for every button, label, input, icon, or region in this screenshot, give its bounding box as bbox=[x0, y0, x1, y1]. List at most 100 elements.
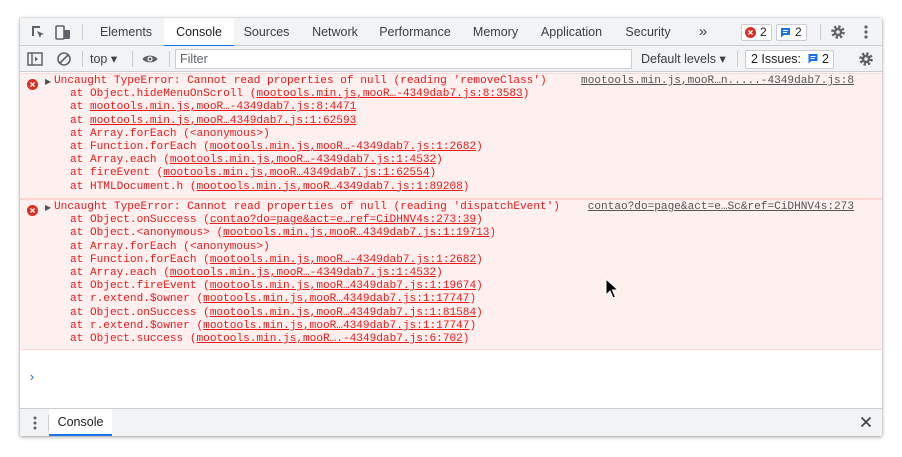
stack-frame-link[interactable]: mootools.min.js,mooR…-4349dab7.js:1:2682 bbox=[210, 254, 476, 266]
stack-frame-link[interactable]: mootools.min.js,mooR…-4349dab7.js:8:4471 bbox=[90, 101, 356, 113]
tab-console[interactable]: Console bbox=[164, 18, 234, 47]
stack-frame-link[interactable]: contao?do=page&act=e…ref=CiDHNV4s:273:39 bbox=[210, 214, 476, 226]
stack-frame-link[interactable]: mootools.min.js,mooR…4349dab7.js:1:62554 bbox=[163, 167, 429, 179]
separator bbox=[169, 51, 170, 67]
error-icon bbox=[745, 27, 756, 38]
live-expression-eye-icon[interactable] bbox=[141, 50, 159, 68]
tab-network[interactable]: Network bbox=[299, 18, 371, 46]
stack-frame-link[interactable]: mootools.min.js,mooR…-4349dab7.js:1:4532 bbox=[170, 154, 436, 166]
stack-frame: at Function.forEach (mootools.min.js,moo… bbox=[70, 254, 483, 267]
tab-sources[interactable]: Sources bbox=[234, 18, 299, 46]
stack-frame-text: at fireEvent ( bbox=[70, 167, 164, 180]
context-selector[interactable]: top ▾ bbox=[90, 46, 117, 72]
stack-frame: at Array.each (mootools.min.js,mooR…-434… bbox=[70, 267, 443, 280]
stack-frame-suffix: ) bbox=[522, 88, 530, 101]
tab-security[interactable]: Security bbox=[611, 18, 685, 46]
error-icon bbox=[27, 205, 38, 216]
expand-triangle-icon[interactable]: ▶ bbox=[45, 77, 51, 86]
stack-frame-text: at Object.hideMenuOnScroll ( bbox=[70, 88, 257, 101]
stack-frame: at Object.success (mootools.min.js,mooR…… bbox=[70, 333, 469, 346]
stack-frame-link[interactable]: mootools.min.js,mooR…-4349dab7.js:1:2682 bbox=[210, 141, 476, 153]
stack-frame-text: at Object.onSuccess ( bbox=[70, 214, 210, 227]
stack-frame: at Array.each (mootools.min.js,mooR…-434… bbox=[70, 154, 443, 167]
stack-frame-text: at Object.onSuccess ( bbox=[70, 306, 210, 319]
stack-frame-text: at Array.forEach (<anonymous>) bbox=[70, 127, 270, 140]
drawer-menu-icon[interactable] bbox=[33, 415, 37, 431]
stack-frame-text: at r.extend.$owner ( bbox=[70, 293, 204, 306]
issues-count: 2 bbox=[822, 52, 829, 66]
stack-frame: at mootools.min.js,mooR…-4349dab7.js:8:4… bbox=[70, 101, 356, 114]
tab-elements[interactable]: Elements bbox=[88, 18, 164, 46]
issue-message-icon bbox=[808, 54, 818, 64]
source-link[interactable]: mootools.min.js,mooR…n.....-4349dab7.js:… bbox=[581, 75, 854, 88]
stack-frame-link[interactable]: mootools.min.js,mooR…-4349dab7.js:8:3583 bbox=[256, 88, 522, 100]
error-message[interactable]: ▶ Uncaught TypeError: Cannot read propert… bbox=[20, 73, 882, 199]
main-tab-bar: Elements Console Sources Network Perform… bbox=[20, 18, 882, 47]
stack-frame-suffix: ) bbox=[462, 333, 470, 345]
settings-gear-icon[interactable] bbox=[829, 23, 847, 41]
issues-label: 2 Issues: bbox=[751, 52, 802, 66]
close-drawer-icon[interactable] bbox=[860, 416, 872, 428]
error-count-badge[interactable]: 2 bbox=[741, 24, 772, 41]
device-toolbar-icon[interactable] bbox=[54, 23, 72, 41]
console-output: ▶ Uncaught TypeError: Cannot read propert… bbox=[20, 73, 882, 408]
issues-button[interactable]: 2 Issues: 2 bbox=[745, 50, 834, 69]
stack-frame: at Function.forEach (mootools.min.js,moo… bbox=[70, 141, 483, 154]
separator bbox=[132, 51, 133, 67]
message-count: 2 bbox=[795, 25, 802, 39]
console-prompt[interactable]: › bbox=[28, 370, 36, 385]
tab-performance[interactable]: Performance bbox=[371, 18, 459, 46]
error-message[interactable]: ▶ Uncaught TypeError: Cannot read propert… bbox=[20, 199, 882, 350]
stack-frame-suffix: ) bbox=[436, 154, 443, 167]
stack-frame-link[interactable]: mootools.min.js,mooR…4349dab7.js:1:19674 bbox=[210, 280, 476, 292]
more-options-icon[interactable] bbox=[857, 23, 875, 41]
console-toolbar: top ▾ Default levels ▾ 2 Issues: 2 bbox=[20, 46, 882, 72]
stack-frame-link[interactable]: mootools.min.js,mooR…4349dab7.js:1:17747 bbox=[203, 320, 469, 332]
message-count-badge[interactable]: 2 bbox=[776, 24, 807, 41]
stack-frame: at Object.onSuccess (contao?do=page&act=… bbox=[70, 214, 483, 227]
source-link[interactable]: contao?do=page&act=e…Sc&ref=CiDHNV4s:273 bbox=[588, 201, 854, 214]
separator bbox=[82, 24, 83, 40]
error-text: Uncaught TypeError: Cannot read properti… bbox=[54, 75, 547, 87]
stack-frame-text: at bbox=[70, 114, 90, 127]
drawer-bar: Console bbox=[20, 408, 882, 436]
stack-frame-suffix: ) bbox=[489, 227, 497, 240]
stack-frame-suffix: ) bbox=[476, 141, 483, 153]
expand-triangle-icon[interactable]: ▶ bbox=[45, 203, 51, 212]
stack-frame-text: at bbox=[70, 101, 90, 114]
clear-console-icon[interactable] bbox=[55, 50, 73, 68]
stack-frame-link[interactable]: mootools.min.js,mooR…-4349dab7.js:1:4532 bbox=[170, 267, 436, 279]
stack-frame: at Object.hideMenuOnScroll (mootools.min… bbox=[70, 88, 529, 101]
more-tabs-button[interactable]: » bbox=[690, 18, 716, 46]
filter-input[interactable] bbox=[175, 49, 632, 69]
error-count: 2 bbox=[760, 25, 767, 39]
stack-frame-link[interactable]: mootools.min.js,mooR…4349dab7.js:1:81584 bbox=[210, 307, 476, 319]
log-levels-dropdown[interactable]: Default levels ▾ bbox=[641, 46, 726, 72]
stack-frame-suffix: ) bbox=[436, 267, 443, 279]
drawer-tab-console[interactable]: Console bbox=[49, 409, 112, 436]
stack-frame: at mootools.min.js,mooR…4349dab7.js:1:62… bbox=[70, 115, 356, 128]
sidebar-toggle-icon[interactable] bbox=[26, 50, 44, 68]
console-settings-gear-icon[interactable] bbox=[857, 50, 875, 68]
message-icon bbox=[781, 28, 790, 38]
tab-memory[interactable]: Memory bbox=[459, 18, 532, 46]
stack-frame-text: at Array.forEach (<anonymous>) bbox=[70, 240, 270, 253]
devtools-window: Elements Console Sources Network Perform… bbox=[20, 18, 882, 436]
stack-frame-link[interactable]: mootools.min.js,mooR….-4349dab7.js:6:702 bbox=[197, 333, 463, 345]
stack-frame: at fireEvent (mootools.min.js,mooR…4349d… bbox=[70, 167, 436, 180]
stack-frame-suffix: ) bbox=[462, 180, 470, 193]
stack-frame-text: at Array.each ( bbox=[70, 267, 170, 279]
stack-frame: at Array.forEach (<anonymous>) bbox=[70, 241, 270, 254]
stack-frame-suffix: ) bbox=[476, 253, 483, 266]
stack-frame-text: at Object.success ( bbox=[70, 333, 197, 345]
stack-frame-link[interactable]: mootools.min.js,mooR…4349dab7.js:1:62593 bbox=[90, 115, 356, 127]
stack-frame-link[interactable]: mootools.min.js,mooR…4349dab7.js:1:19713 bbox=[223, 227, 489, 239]
stack-frame: at Object.onSuccess (mootools.min.js,moo… bbox=[70, 307, 483, 320]
inspect-element-icon[interactable] bbox=[29, 23, 47, 41]
stack-frame-link[interactable]: mootools.min.js,mooR…4349dab7.js:1:89208 bbox=[197, 181, 463, 193]
stack-frame-link[interactable]: mootools.min.js,mooR…4349dab7.js:1:17747 bbox=[203, 293, 469, 305]
stack-frame: at r.extend.$owner (mootools.min.js,mooR… bbox=[70, 320, 476, 333]
stack-frame-text: at Function.forEach ( bbox=[70, 141, 210, 153]
stack-frame: at Array.forEach (<anonymous>) bbox=[70, 128, 270, 141]
tab-application[interactable]: Application bbox=[532, 18, 611, 46]
